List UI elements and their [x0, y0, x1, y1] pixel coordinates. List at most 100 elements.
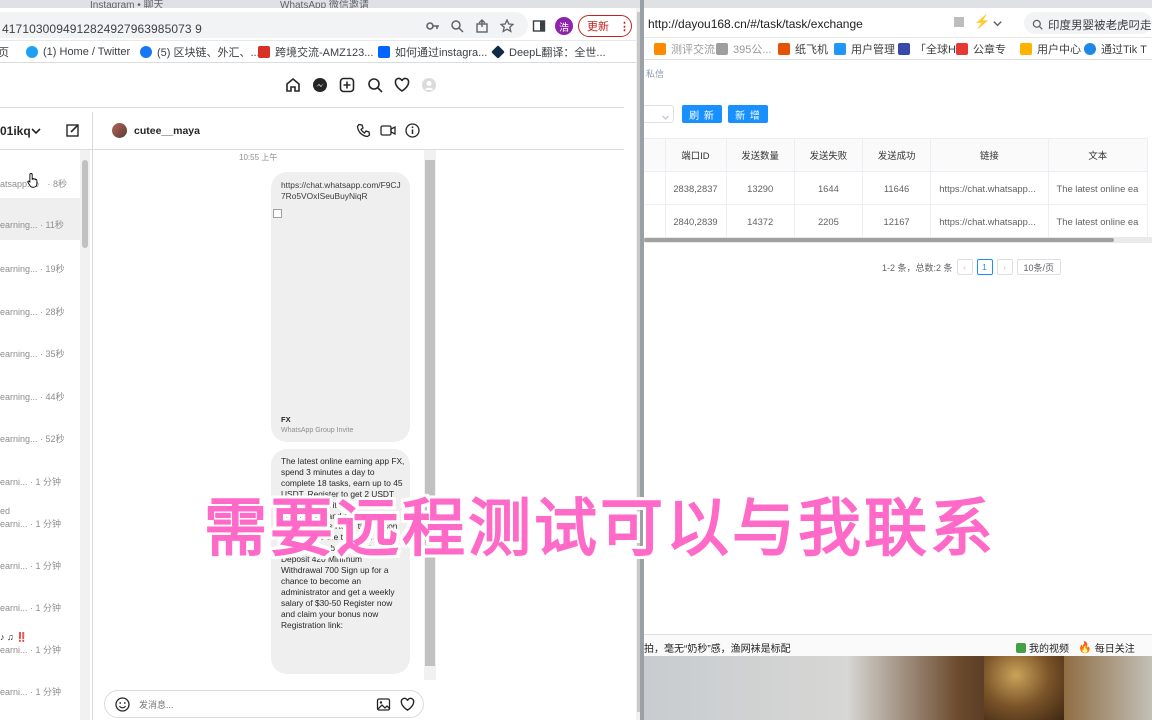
- page-number-button[interactable]: 1: [976, 259, 993, 275]
- bookmark-item[interactable]: 用户中心: [1020, 41, 1081, 57]
- bookmark-label: 测评交流: [671, 44, 715, 56]
- chevron-down-icon[interactable]: [30, 124, 42, 142]
- list-item[interactable]: earning... · 19秒: [0, 246, 80, 288]
- emoji-icon[interactable]: [115, 697, 130, 717]
- next-page-button[interactable]: ›: [996, 259, 1013, 275]
- hand-cursor-icon: [27, 173, 38, 188]
- link-message-bubble[interactable]: https://chat.whatsapp.com/F9CJ7Ro5VOxISe…: [271, 172, 410, 442]
- list-item[interactable]: ed earni... · 1 分钟: [0, 498, 80, 540]
- breadcrumb[interactable]: 私信: [646, 67, 664, 80]
- refresh-button[interactable]: 刷 新: [682, 105, 722, 123]
- add-button[interactable]: 新 增: [728, 105, 768, 123]
- bookmark-label: 「全球H: [915, 44, 956, 56]
- messenger-icon[interactable]: [311, 76, 329, 94]
- tab-whatsapp[interactable]: WhatsApp 微信邀请: [280, 0, 410, 8]
- zoom-icon[interactable]: [448, 17, 466, 35]
- list-item[interactable]: earning... · 44秒: [0, 372, 80, 414]
- list-item[interactable]: earning... · 35秒: [0, 330, 80, 372]
- bookmark-item[interactable]: 页: [0, 44, 9, 60]
- bookmark-label: 纸飞机: [795, 44, 828, 56]
- search-icon[interactable]: [366, 76, 384, 94]
- sidepanel-icon[interactable]: [530, 17, 548, 35]
- list-item[interactable]: earning... · 28秒: [0, 288, 80, 330]
- home-icon[interactable]: [284, 76, 302, 94]
- page-size-select[interactable]: 10条/页: [1016, 259, 1062, 275]
- bookmark-item[interactable]: (1) Home / Twitter: [26, 44, 130, 60]
- lightning-icon[interactable]: ⚡: [974, 14, 990, 30]
- heart-icon[interactable]: [400, 697, 415, 717]
- table-row[interactable]: 2838,2837 13290 1644 11646 https://chat.…: [644, 171, 1148, 205]
- table-header-cell[interactable]: 端口ID: [664, 138, 727, 172]
- heart-icon[interactable]: [393, 76, 411, 94]
- table-scrollbar-thumb[interactable]: [644, 238, 1114, 242]
- instagram-top-nav: [0, 63, 624, 108]
- profile-avatar[interactable]: 浩: [555, 17, 573, 35]
- compose-icon[interactable]: [66, 123, 80, 142]
- table-header-cell[interactable]: 发送失败: [793, 138, 863, 172]
- bookmark-item[interactable]: 纸飞机: [778, 41, 828, 57]
- video-title-link[interactable]: 拍，毫无“奶秒”感，渔网袜是标配: [644, 640, 791, 655]
- bookmark-item[interactable]: 如何通过instagra...: [378, 44, 487, 60]
- table-cell: https://chat.whatsapp...: [930, 204, 1049, 238]
- chat-username[interactable]: cutee__maya: [134, 125, 200, 137]
- search-box[interactable]: 印度男婴被老虎叼走: [1024, 12, 1152, 34]
- message-input-container: [104, 690, 424, 718]
- account-name[interactable]: 01ikq: [0, 124, 31, 138]
- video-call-icon[interactable]: [380, 123, 396, 143]
- list-item[interactable]: earni... · 1 分钟: [0, 582, 80, 624]
- filter-select[interactable]: [644, 105, 674, 123]
- table-header-cell[interactable]: 发送数量: [725, 138, 795, 172]
- chat-scrollbar-thumb[interactable]: [425, 160, 435, 666]
- list-item[interactable]: earni... · 1 分钟: [0, 666, 80, 708]
- key-icon[interactable]: [424, 17, 442, 35]
- bookmark-item[interactable]: 跨境交流-AMZ123...: [258, 44, 373, 60]
- avatar[interactable]: [112, 123, 127, 138]
- twitter-icon: [26, 46, 38, 58]
- link-preview-subtitle: WhatsApp Group Invite: [281, 427, 354, 434]
- table-row[interactable]: 2840,2839 14372 2205 12167 https://chat.…: [644, 204, 1148, 238]
- list-item[interactable]: earni... · 1 分钟: [0, 540, 80, 582]
- conversation-list: atsapp.co · 8秒 earning... · 11秒 earning.…: [0, 150, 92, 720]
- link-message-url[interactable]: https://chat.whatsapp.com/F9CJ7Ro5VOxISe…: [281, 180, 401, 203]
- list-item[interactable]: atsapp.co · 8秒: [0, 160, 80, 202]
- link-label: 我的视频: [1029, 644, 1069, 655]
- table-header-cell[interactable]: 链接: [930, 138, 1049, 172]
- image-upload-icon[interactable]: [376, 697, 391, 717]
- update-button[interactable]: 更新 ⋮: [578, 15, 632, 37]
- prev-page-button[interactable]: ‹: [956, 259, 973, 275]
- list-item[interactable]: earning... · 11秒: [0, 198, 80, 240]
- conversation-scrollbar-thumb[interactable]: [82, 160, 88, 248]
- new-post-icon[interactable]: [338, 76, 356, 94]
- bookmark-item[interactable]: 用户管理: [834, 41, 895, 57]
- table-header-cell[interactable]: 发送成功: [861, 138, 932, 172]
- list-item[interactable]: earni... · 1 分钟: [0, 456, 80, 498]
- bookmarks-bar: 页 (1) Home / Twitter (5) 区块链、外汇、... 跨境交流…: [0, 41, 642, 63]
- bookmark-item[interactable]: 测评交流: [654, 41, 715, 57]
- bookmark-item[interactable]: 395公...: [716, 41, 772, 57]
- phone-icon[interactable]: [356, 123, 371, 143]
- list-item[interactable]: ♪ ♫ ‼️ earni... · 1 分钟: [0, 624, 80, 666]
- message-input[interactable]: [139, 697, 359, 713]
- url-text[interactable]: http://dayou168.cn/#/task/task/exchange: [648, 17, 863, 31]
- video-thumbnail[interactable]: [644, 656, 1152, 720]
- table-header-cell[interactable]: 文本: [1047, 138, 1148, 172]
- tab-instagram[interactable]: Instagram • 聊天: [90, 0, 210, 8]
- list-item[interactable]: earning... · 52秒: [0, 414, 80, 456]
- star-icon[interactable]: [498, 17, 516, 35]
- bookmark-item[interactable]: (5) 区块链、外汇、...: [140, 44, 260, 60]
- bookmark-item[interactable]: DeepL翻译：全世...: [491, 44, 606, 60]
- chevron-down-icon: [661, 109, 670, 127]
- grid-icon[interactable]: [954, 17, 964, 27]
- bookmark-item[interactable]: 「全球H: [898, 41, 956, 57]
- my-videos-link[interactable]: 我的视频: [1016, 640, 1069, 655]
- bookmark-item[interactable]: 公章专: [956, 41, 1006, 57]
- bookmark-item[interactable]: 通过Tik T: [1084, 41, 1147, 57]
- info-icon[interactable]: [405, 123, 420, 143]
- bookmark-label: 用户中心: [1037, 44, 1081, 56]
- daily-follow-link[interactable]: 🔥 每日关注: [1078, 640, 1135, 655]
- table-cell: 1644: [793, 171, 863, 205]
- chevron-down-icon[interactable]: [992, 16, 1003, 34]
- share-icon[interactable]: [473, 17, 491, 35]
- profile-icon[interactable]: [420, 76, 438, 94]
- fire-icon: 🔥: [1078, 642, 1092, 654]
